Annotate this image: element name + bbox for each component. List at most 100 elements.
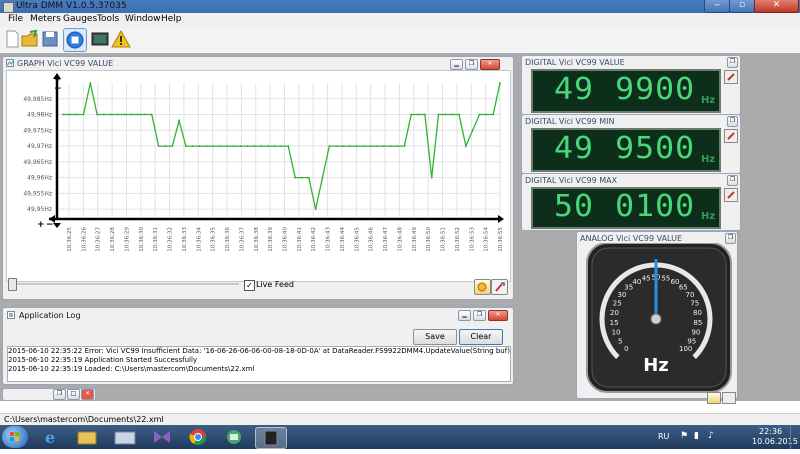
monitor-icon[interactable] bbox=[90, 29, 110, 49]
digital-value-title: DIGITAL Vici VC99 VALUE bbox=[525, 58, 625, 67]
app-taskbar-icon[interactable] bbox=[219, 427, 249, 447]
log-clear-button[interactable]: Clear bbox=[459, 329, 503, 345]
menu-file[interactable]: File bbox=[8, 14, 23, 24]
minimized-window[interactable]: ❐ □ ✕ bbox=[2, 388, 96, 401]
stop-record-icon[interactable] bbox=[63, 28, 87, 52]
digital-min-panel: DIGITAL Vici VC99 MIN ❐ 49 9500 Hz bbox=[521, 114, 741, 174]
open-folder-icon[interactable] bbox=[20, 29, 40, 49]
minimize-button[interactable]: ‒ bbox=[704, 0, 730, 13]
live-feed-checkbox[interactable]: ✓ bbox=[244, 280, 255, 291]
analog-settings-button[interactable] bbox=[722, 392, 736, 404]
tray-volume-icon[interactable]: ♪ bbox=[708, 431, 714, 441]
series-point bbox=[294, 176, 297, 179]
y-tick-label: 49,98Hz bbox=[27, 112, 52, 119]
series-point bbox=[335, 145, 338, 147]
graph-options-button[interactable] bbox=[474, 279, 491, 295]
start-button[interactable] bbox=[2, 426, 28, 448]
gauge-scale-label: 85 bbox=[693, 319, 702, 327]
log-restore-button[interactable]: ❐ bbox=[473, 310, 486, 321]
menu-help[interactable]: Help bbox=[161, 14, 182, 24]
x-tick-label: 10:36:27 bbox=[96, 227, 102, 252]
series-point bbox=[144, 113, 146, 116]
series-point bbox=[383, 145, 385, 147]
status-file-path: C:\Users\mastercom\Documents\22.xml bbox=[4, 415, 164, 424]
menu-window[interactable]: Window bbox=[125, 14, 161, 24]
x-tick-label: 10:36:53 bbox=[469, 227, 475, 252]
visualstudio-taskbar-icon[interactable] bbox=[147, 427, 177, 447]
series-point bbox=[423, 113, 426, 116]
gauge-scale-label: 20 bbox=[610, 309, 619, 317]
graph-scroll-thumb[interactable] bbox=[8, 278, 17, 291]
x-tick-label: 10:36:25 bbox=[67, 227, 73, 252]
new-file-icon[interactable] bbox=[2, 29, 22, 49]
minimized-close-button[interactable]: ✕ bbox=[81, 389, 94, 400]
clock-time[interactable]: 22:36 bbox=[759, 427, 782, 436]
log-close-button[interactable]: ✕ bbox=[488, 310, 508, 321]
series-point bbox=[109, 113, 112, 116]
gauge-scale-label: 40 bbox=[632, 278, 641, 286]
menu-meters[interactable]: Meters bbox=[30, 14, 61, 24]
x-tick-label: 10:36:28 bbox=[110, 227, 116, 252]
x-zoom-in-icon: + bbox=[37, 220, 45, 230]
graph-settings-button[interactable] bbox=[491, 279, 508, 295]
digital-value-panel: DIGITAL Vici VC99 VALUE ❐ 49 9900 Hz bbox=[521, 55, 741, 115]
gauge-scale-label: 70 bbox=[686, 291, 695, 299]
graph-minimize-button[interactable]: ▁ bbox=[450, 59, 463, 70]
digital-max-settings-button[interactable] bbox=[724, 188, 738, 202]
series-point bbox=[348, 145, 351, 147]
digital-min-settings-button[interactable] bbox=[724, 129, 738, 143]
graph-close-button[interactable]: ✕ bbox=[480, 59, 500, 70]
series-point bbox=[376, 145, 378, 147]
tray-flag-icon[interactable]: ⚑ bbox=[680, 431, 688, 441]
language-indicator[interactable]: RU bbox=[658, 432, 669, 441]
series-point bbox=[164, 145, 167, 147]
log-save-button[interactable]: Save bbox=[413, 329, 457, 345]
digital-max-restore-button[interactable]: ❐ bbox=[727, 175, 738, 186]
digital-min-fraction: 9500 bbox=[615, 131, 696, 166]
maximize-button[interactable]: ▫ bbox=[729, 0, 755, 13]
gauge-scale-label: 55 bbox=[661, 275, 670, 283]
analog-gauge: 0510152025303540455055606570758085909510… bbox=[586, 242, 736, 393]
x-tick-label: 10:36:55 bbox=[498, 227, 504, 252]
close-button[interactable]: ✕ bbox=[754, 0, 799, 13]
series-point bbox=[389, 145, 392, 147]
menu-tools[interactable]: Tools bbox=[97, 14, 119, 24]
x-tick-label: 10:36:40 bbox=[283, 227, 289, 252]
series-point bbox=[492, 113, 495, 116]
y-axis-arrow bbox=[53, 223, 61, 228]
digital-min-restore-button[interactable]: ❐ bbox=[727, 116, 738, 127]
series-point bbox=[253, 145, 256, 147]
explorer-taskbar-icon[interactable] bbox=[72, 427, 102, 447]
digital-value-integer: 49 bbox=[554, 72, 595, 107]
show-desktop-button[interactable] bbox=[790, 425, 800, 449]
ultradmm-taskbar-icon[interactable] bbox=[255, 427, 287, 449]
analog-options-button[interactable] bbox=[707, 392, 721, 404]
digital-max-title: DIGITAL Vici VC99 MAX bbox=[525, 176, 618, 185]
series-point bbox=[287, 145, 290, 147]
y-tick-label: 49,985Hz bbox=[23, 96, 52, 103]
x-tick-label: 10:36:39 bbox=[268, 227, 274, 252]
y-zoom-out-icon: − bbox=[54, 84, 62, 94]
series-point bbox=[75, 113, 78, 116]
chrome-taskbar-icon[interactable] bbox=[183, 427, 213, 447]
minimized-restore-button[interactable]: ❐ bbox=[53, 389, 66, 400]
ie-taskbar-icon[interactable]: e bbox=[36, 427, 66, 447]
log-minimize-button[interactable]: ▁ bbox=[458, 310, 471, 321]
gauge-scale-label: 0 bbox=[624, 345, 628, 353]
title-bar: Ultra DMM V1.0.5.37035 ‒ ▫ ✕ bbox=[0, 0, 800, 13]
series-point bbox=[103, 113, 105, 116]
menu-gauges[interactable]: Gauges bbox=[63, 14, 97, 24]
media-taskbar-icon[interactable] bbox=[110, 427, 140, 447]
graph-panel-icon bbox=[6, 59, 14, 67]
minimized-maximize-button[interactable]: □ bbox=[67, 389, 80, 400]
save-disk-icon[interactable] bbox=[40, 29, 60, 49]
digital-value-restore-button[interactable]: ❐ bbox=[727, 57, 738, 68]
digital-value-settings-button[interactable] bbox=[724, 70, 738, 84]
series-point bbox=[396, 145, 399, 147]
log-textbox[interactable]: 2015-06-10 22:35:22 Error: Vici VC99 Ins… bbox=[7, 346, 511, 382]
series-point bbox=[464, 145, 467, 147]
x-tick-label: 10:36:35 bbox=[211, 227, 217, 252]
graph-restore-button[interactable]: ❐ bbox=[465, 59, 478, 70]
warning-icon[interactable] bbox=[111, 29, 131, 49]
tray-network-icon[interactable]: ▮ bbox=[694, 431, 699, 441]
